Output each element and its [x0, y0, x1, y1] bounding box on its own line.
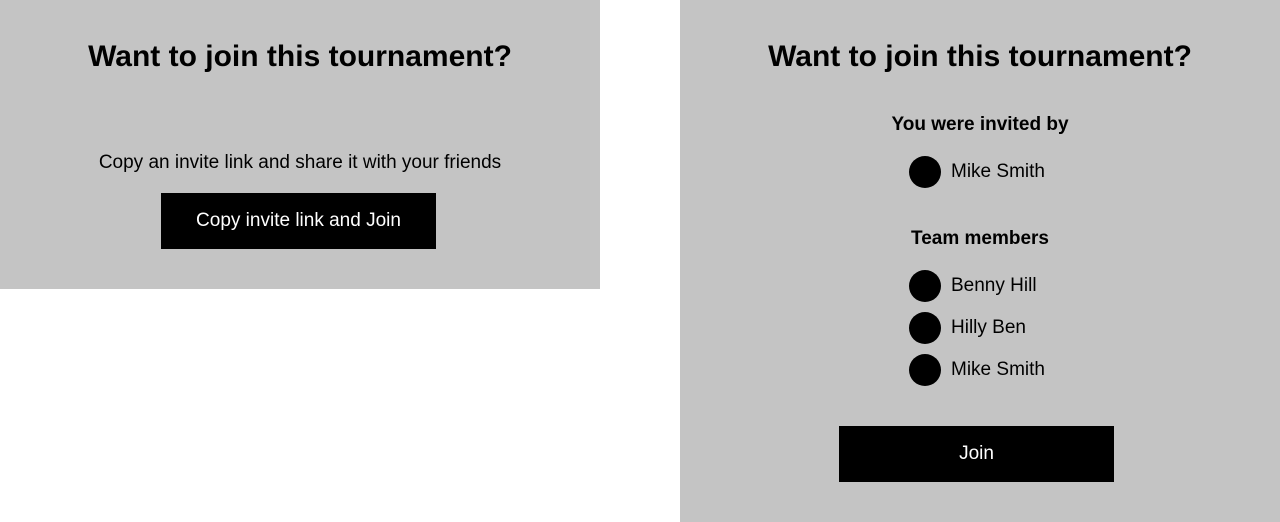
avatar: [909, 354, 941, 386]
team-member: Hilly Ben: [909, 312, 1026, 344]
join-tournament-panel-team: Want to join this tournament? You were i…: [680, 0, 1280, 522]
join-button[interactable]: Join: [839, 426, 1114, 482]
copy-invite-link-and-join-button[interactable]: Copy invite link and Join: [161, 193, 436, 249]
team-members-label: Team members: [911, 228, 1049, 249]
team-member: Benny Hill: [909, 270, 1037, 302]
inviter-name: Mike Smith: [951, 161, 1045, 182]
team-member-name: Hilly Ben: [951, 317, 1026, 338]
panel-title: Want to join this tournament?: [768, 40, 1192, 73]
avatar: [909, 270, 941, 302]
panel-title: Want to join this tournament?: [88, 40, 512, 73]
inviter: Mike Smith: [909, 156, 1045, 188]
join-tournament-panel-invite: Want to join this tournament? Copy an in…: [0, 0, 600, 289]
avatar: [909, 312, 941, 344]
team-member-name: Benny Hill: [951, 275, 1037, 296]
invited-by-label: You were invited by: [891, 114, 1069, 135]
team-member: Mike Smith: [909, 354, 1045, 386]
invite-instructions: Copy an invite link and share it with yo…: [98, 152, 502, 173]
avatar: [909, 156, 941, 188]
team-member-name: Mike Smith: [951, 359, 1045, 380]
